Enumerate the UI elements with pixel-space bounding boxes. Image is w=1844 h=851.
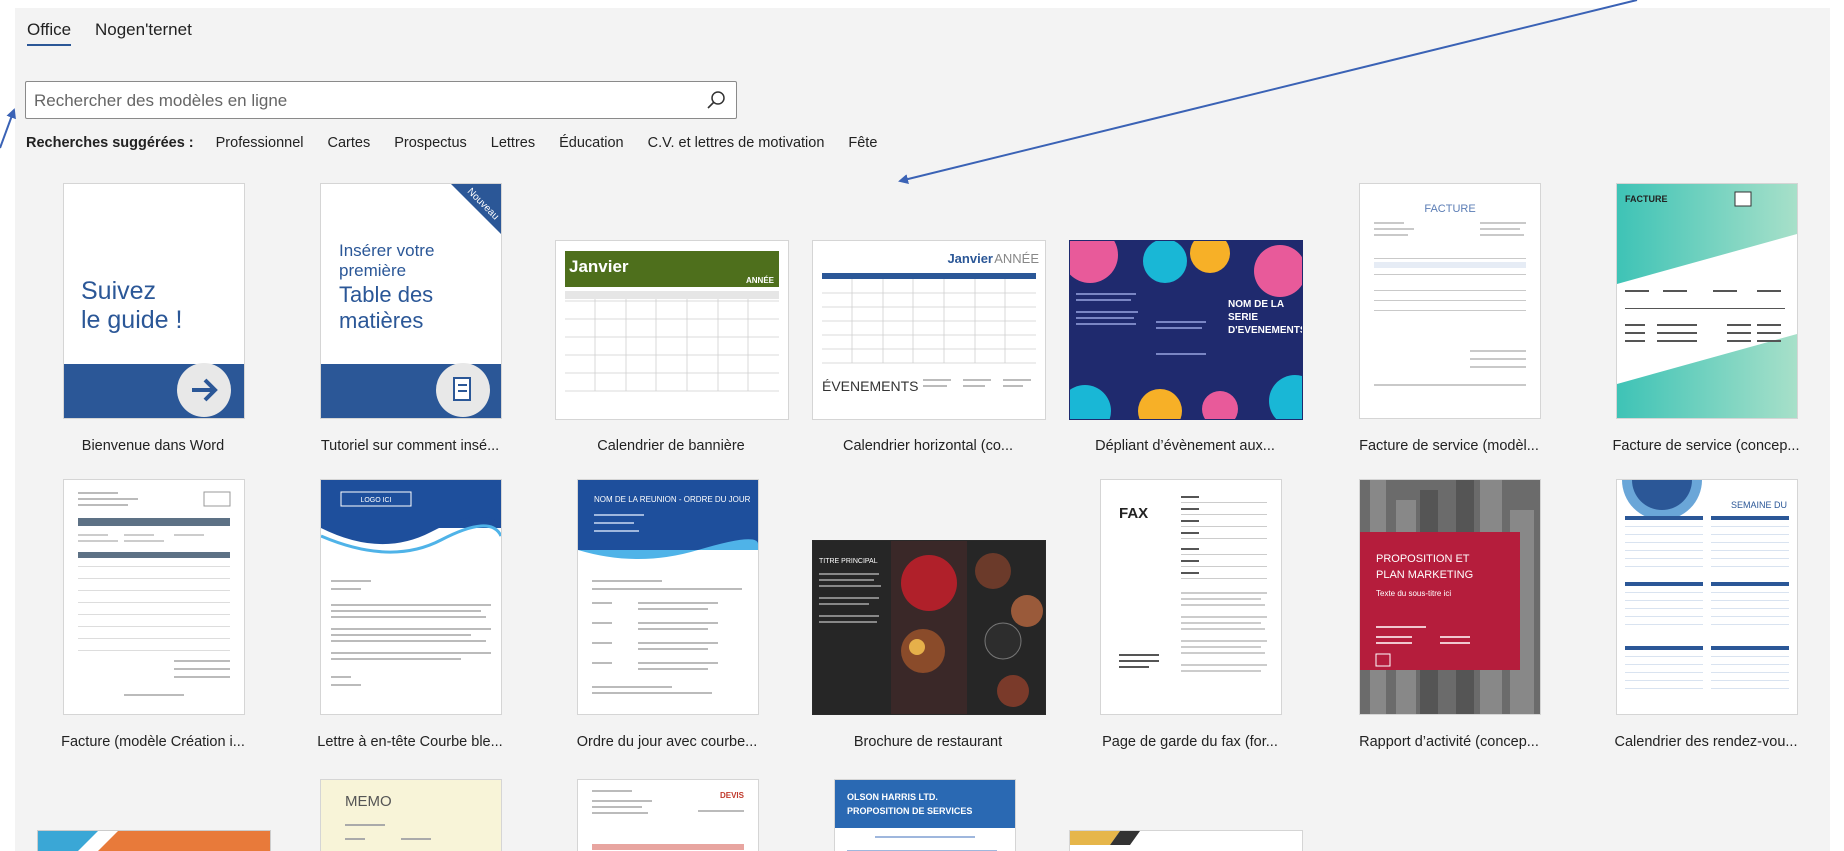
template-thumb-welcome[interactable]: Suivez le guide ! xyxy=(63,183,245,419)
template-thumb-row3-5[interactable] xyxy=(1069,830,1303,851)
template-thumb-business-report[interactable]: PROPOSITION ET PLAN MARKETING Texte du s… xyxy=(1359,479,1541,715)
thumb-title-line: le guide ! xyxy=(81,306,182,334)
template-thumb-fax-cover[interactable]: FAX xyxy=(1100,479,1282,715)
thumb-title-line: Suivez xyxy=(81,277,156,305)
arrow-to-search xyxy=(0,108,16,149)
template-caption[interactable]: Calendrier de bannière xyxy=(551,438,791,454)
thumb-title-line: matières xyxy=(339,308,423,333)
template-caption[interactable]: Lettre à en-tête Courbe ble... xyxy=(290,734,530,750)
template-thumb-banner-calendar[interactable]: Janvier ANNÉE xyxy=(555,240,789,420)
thumb-title-line: NOM DE LA REUNION - ORDRE DU JOUR xyxy=(594,495,751,504)
template-caption[interactable]: Ordre du jour avec courbe... xyxy=(547,734,787,750)
thumb-title-line: PROPOSITION ET xyxy=(1376,553,1470,565)
template-caption[interactable]: Calendrier horizontal (co... xyxy=(808,438,1048,454)
thumb-title-line: NOM DE LA xyxy=(1228,299,1284,310)
thumb-title-line: MEMO xyxy=(345,793,392,810)
suggested-searches: Recherches suggérées : Professionnel Car… xyxy=(26,132,901,154)
template-thumb-memo[interactable]: MEMO xyxy=(320,779,502,851)
suggested-professionnel[interactable]: Professionnel xyxy=(216,135,304,151)
thumb-title-line: SERIE xyxy=(1228,312,1258,323)
tab-office[interactable]: Office xyxy=(27,20,72,46)
template-thumb-service-proposal[interactable]: OLSON HARRIS LTD. PROPOSITION DE SERVICE… xyxy=(834,779,1016,851)
template-thumb-event-brochure[interactable]: NOM DE LA SERIE D'EVENEMENTS xyxy=(1069,240,1303,420)
template-caption[interactable]: Facture (modèle Création i... xyxy=(33,734,273,750)
template-caption[interactable]: Dépliant d’évènement aux... xyxy=(1065,438,1305,454)
template-thumb-meeting-agenda[interactable]: NOM DE LA REUNION - ORDRE DU JOUR xyxy=(577,479,759,715)
template-thumb-invoice-creative[interactable] xyxy=(63,479,245,715)
thumb-title-line: LOGO ICI xyxy=(360,497,391,504)
suggested-prospectus[interactable]: Prospectus xyxy=(394,135,467,151)
template-thumb-quote[interactable]: DEVIS xyxy=(577,779,759,851)
thumb-title-line: TITRE PRINCIPAL xyxy=(819,558,878,565)
thumb-title-line: PROPOSITION DE SERVICES xyxy=(847,806,972,816)
search-input[interactable] xyxy=(32,87,686,115)
template-thumb-blue-curve-letterhead[interactable]: LOGO ICI xyxy=(320,479,502,715)
template-caption[interactable]: Bienvenue dans Word xyxy=(33,438,273,454)
template-caption[interactable]: Page de garde du fax (for... xyxy=(1070,734,1310,750)
suggested-cv[interactable]: C.V. et lettres de motivation xyxy=(648,135,825,151)
thumb-title-line: Insérer votre xyxy=(339,241,434,260)
search-box[interactable] xyxy=(25,81,737,119)
suggested-cartes[interactable]: Cartes xyxy=(328,135,371,151)
thumb-title-line: première xyxy=(339,261,406,280)
template-caption[interactable]: Calendrier des rendez-vou... xyxy=(1586,734,1826,750)
tab-online[interactable]: Nogen'ternet xyxy=(95,20,192,44)
template-caption[interactable]: Rapport d’activité (concep... xyxy=(1329,734,1569,750)
thumb-title-line: OLSON HARRIS LTD. xyxy=(847,792,938,802)
thumb-subtitle-line: ANNÉE xyxy=(746,276,775,285)
template-thumb-service-invoice[interactable]: FACTURE xyxy=(1359,183,1541,419)
search-icon[interactable] xyxy=(706,89,728,111)
thumb-title-line: FACTURE xyxy=(1625,194,1668,204)
thumb-title-line: Janvier xyxy=(947,251,993,266)
thumb-title-line: DEVIS xyxy=(720,791,745,800)
suggested-education[interactable]: Éducation xyxy=(559,135,624,151)
template-thumb-toc-tutorial[interactable]: Insérer votre première Table des matière… xyxy=(320,183,502,419)
thumb-title-line: FACTURE xyxy=(1424,203,1475,215)
suggested-lettres[interactable]: Lettres xyxy=(491,135,535,151)
template-thumb-restaurant-brochure[interactable]: TITRE PRINCIPAL xyxy=(812,540,1046,715)
thumb-title-line: FAX xyxy=(1119,505,1148,522)
template-gallery-panel: Office Nogen'ternet Recherches suggérées… xyxy=(15,8,1830,851)
template-thumb-appointment-calendar[interactable]: SEMAINE DU xyxy=(1616,479,1798,715)
template-thumb-row3-1[interactable] xyxy=(37,830,271,851)
thumb-title-line: ANNÉE xyxy=(994,251,1039,266)
thumb-title-line: D'EVENEMENTS xyxy=(1228,325,1302,336)
thumb-title-line: Janvier xyxy=(569,257,629,276)
thumb-subtitle-line: Texte du sous-titre ici xyxy=(1376,589,1451,598)
template-thumb-horizontal-calendar[interactable]: Janvier ANNÉE ÉVENEMENTS xyxy=(812,240,1046,420)
template-caption[interactable]: Facture de service (concep... xyxy=(1586,438,1826,454)
template-thumb-service-invoice-design[interactable]: FACTURE xyxy=(1616,183,1798,419)
thumb-title-line: SEMAINE DU xyxy=(1731,500,1787,510)
suggested-fete[interactable]: Fête xyxy=(848,135,877,151)
thumb-subtitle-line: ÉVENEMENTS xyxy=(822,378,918,394)
template-caption[interactable]: Tutoriel sur comment insé... xyxy=(290,438,530,454)
suggested-searches-label: Recherches suggérées : xyxy=(26,135,194,151)
template-caption[interactable]: Facture de service (modèl... xyxy=(1329,438,1569,454)
thumb-title-line: PLAN MARKETING xyxy=(1376,569,1473,581)
thumb-title-line: Table des xyxy=(339,282,433,307)
template-caption[interactable]: Brochure de restaurant xyxy=(808,734,1048,750)
